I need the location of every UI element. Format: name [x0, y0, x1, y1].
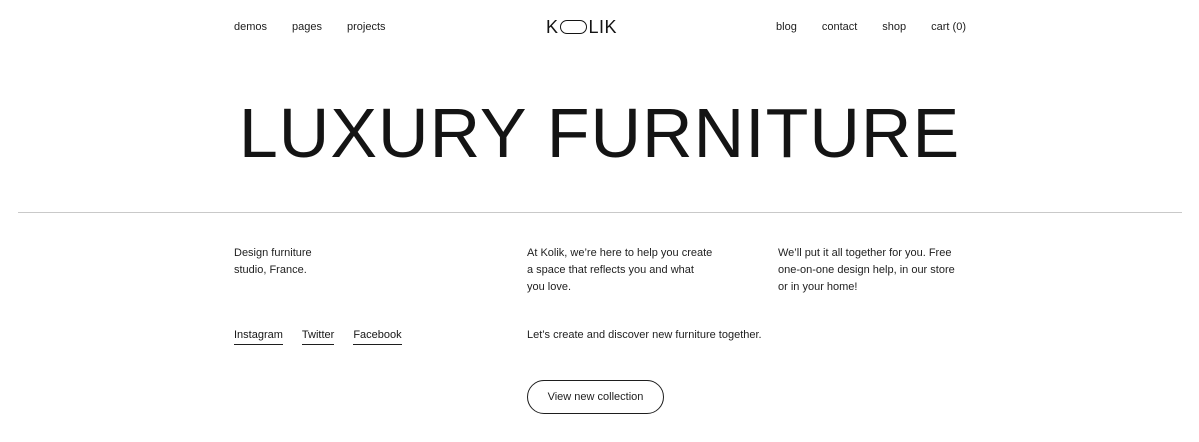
tagline: Let’s create and discover new furniture …: [527, 329, 762, 341]
social-link-instagram[interactable]: Instagram: [234, 328, 283, 345]
intro-line: a space that reflects you and what: [527, 264, 694, 276]
brand-logo[interactable]: K LIK: [546, 16, 617, 38]
logo-letter-k: K: [546, 16, 559, 37]
service-line: or in your home!: [778, 281, 858, 293]
nav-link-pages[interactable]: pages: [292, 19, 322, 35]
primary-nav-left: demos pages projects: [234, 19, 386, 35]
primary-nav-right: blog contact shop cart (0): [776, 19, 966, 35]
studio-description: Design furniture studio, France.: [234, 245, 364, 279]
service-paragraph: We’ll put it all together for you. Free …: [778, 245, 978, 296]
social-link-facebook[interactable]: Facebook: [353, 328, 402, 345]
intro-line: At Kolik, we’re here to help you create: [527, 247, 713, 259]
nav-link-projects[interactable]: projects: [347, 19, 386, 35]
studio-line: studio, France.: [234, 264, 307, 276]
nav-link-blog[interactable]: blog: [776, 19, 797, 35]
view-collection-button[interactable]: View new collection: [527, 380, 664, 414]
service-line: We’ll put it all together for you. Free: [778, 247, 952, 259]
studio-line: Design furniture: [234, 247, 312, 259]
nav-link-cart[interactable]: cart (0): [931, 19, 966, 35]
service-line: one-on-one design help, in our store: [778, 264, 955, 276]
intro-line: you love.: [527, 281, 572, 293]
social-links: Instagram Twitter Facebook: [234, 328, 402, 345]
nav-link-contact[interactable]: contact: [822, 19, 857, 35]
social-link-twitter[interactable]: Twitter: [301, 328, 335, 345]
section-divider: [18, 212, 1182, 213]
logo-ring-icon: [559, 20, 587, 34]
intro-paragraph: At Kolik, we’re here to help you create …: [527, 245, 727, 296]
nav-link-demos[interactable]: demos: [234, 19, 267, 35]
page: demos pages projects K LIK blog contact …: [0, 0, 1199, 442]
nav-link-shop[interactable]: shop: [882, 19, 906, 35]
logo-letters: LIK: [588, 16, 618, 37]
hero-title: LUXURY FURNITURE: [238, 94, 961, 172]
